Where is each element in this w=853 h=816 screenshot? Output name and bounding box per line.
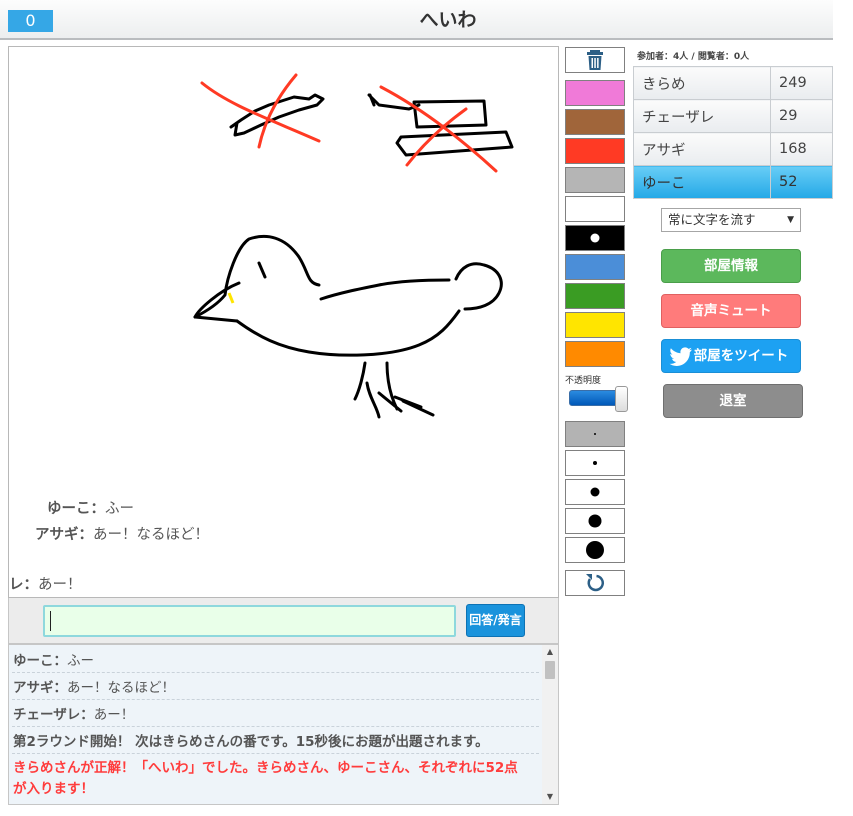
color-swatch-gray[interactable] bbox=[565, 167, 625, 193]
tweet-button-label: 部屋をツイート bbox=[693, 348, 789, 364]
chat-log[interactable]: ゆーこ：ふー アサギ：あー！なるほど！ チェーザレ：あー！ 第2ラウンド開始！ … bbox=[8, 644, 559, 805]
brush-dot-icon bbox=[586, 541, 604, 559]
overlay-message: アサギ：あー！なるほど！ bbox=[35, 527, 209, 543]
trash-icon bbox=[587, 50, 603, 70]
room-info-button[interactable]: 部屋情報 bbox=[661, 249, 801, 283]
overlay-message: ゆーこ：ふー bbox=[47, 501, 134, 517]
text-display-select[interactable]: 常に文字を流す ▼ bbox=[661, 208, 801, 232]
brush-size-xl[interactable] bbox=[565, 537, 625, 563]
opacity-label: 不透明度 bbox=[565, 376, 602, 386]
chat-line: ゆーこ：ふー bbox=[12, 650, 539, 673]
player-score: 52 bbox=[770, 165, 833, 199]
answer-input-row: 回答/発言 bbox=[8, 598, 559, 644]
answer-input[interactable] bbox=[43, 605, 456, 637]
color-swatch-black[interactable] bbox=[565, 225, 625, 251]
brush-dot-icon bbox=[594, 433, 596, 435]
brush-dot-icon bbox=[590, 487, 600, 497]
color-swatch-white[interactable] bbox=[565, 196, 625, 222]
color-swatch-red[interactable] bbox=[565, 138, 625, 164]
player-row-active: ゆーこ 52 bbox=[633, 165, 833, 199]
scroll-up-arrow-icon[interactable]: ▲ bbox=[542, 645, 558, 659]
select-value: 常に文字を流す bbox=[668, 212, 756, 227]
answer-word-title: へいわ bbox=[419, 9, 477, 31]
player-row: きらめ 249 bbox=[633, 66, 833, 100]
twitter-bird-icon bbox=[669, 347, 692, 366]
player-name: きらめ bbox=[633, 66, 771, 100]
color-swatch-pink[interactable] bbox=[565, 80, 625, 106]
brush-size-m[interactable] bbox=[565, 479, 625, 505]
brush-size-l[interactable] bbox=[565, 508, 625, 534]
player-list: きらめ 249 チェーザレ 29 アサギ 168 ゆーこ 52 bbox=[633, 66, 833, 199]
chat-scrollbar[interactable]: ▲ ▼ bbox=[542, 645, 558, 804]
selected-indicator-icon bbox=[590, 233, 600, 243]
scroll-thumb[interactable] bbox=[545, 661, 555, 679]
color-swatch-green[interactable] bbox=[565, 283, 625, 309]
player-row: チェーザレ 29 bbox=[633, 99, 833, 133]
brush-dot-icon bbox=[593, 461, 597, 465]
overlay-message: レ：あー！ bbox=[9, 577, 82, 593]
leave-room-button[interactable]: 退室 bbox=[663, 384, 803, 418]
color-swatch-blue[interactable] bbox=[565, 254, 625, 280]
color-swatch-orange[interactable] bbox=[565, 341, 625, 367]
brush-size-xs[interactable] bbox=[565, 421, 625, 447]
tweet-room-button[interactable]: 部屋をツイート bbox=[661, 339, 801, 373]
text-caret bbox=[50, 611, 51, 631]
undo-button[interactable] bbox=[565, 570, 625, 596]
player-row: アサギ 168 bbox=[633, 132, 833, 166]
mute-audio-button[interactable]: 音声ミュート bbox=[661, 294, 801, 328]
brush-dot-icon bbox=[588, 514, 602, 528]
chat-line: チェーザレ：あー！ bbox=[12, 704, 539, 727]
clear-canvas-button[interactable] bbox=[565, 47, 625, 73]
send-answer-button[interactable]: 回答/発言 bbox=[466, 604, 525, 637]
player-name: ゆーこ bbox=[633, 165, 771, 199]
player-name: アサギ bbox=[633, 132, 771, 166]
color-swatch-yellow[interactable] bbox=[565, 312, 625, 338]
player-name: チェーザレ bbox=[633, 99, 771, 133]
color-swatch-brown[interactable] bbox=[565, 109, 625, 135]
opacity-slider-handle[interactable] bbox=[615, 386, 628, 412]
player-score: 29 bbox=[770, 99, 833, 133]
drawing-canvas[interactable]: ゆーこ：ふー アサギ：あー！なるほど！ レ：あー！ bbox=[8, 46, 559, 598]
scroll-down-arrow-icon[interactable]: ▼ bbox=[542, 790, 558, 804]
dropdown-arrow-icon: ▼ bbox=[787, 215, 794, 225]
player-score: 249 bbox=[770, 66, 833, 100]
participants-count: 参加者：4人 / 閲覧者：0人 bbox=[637, 52, 750, 62]
chat-system-message: 第2ラウンド開始！ 次はきらめさんの番です。15秒後にお題が出題されます。 bbox=[12, 731, 539, 754]
player-score: 168 bbox=[770, 132, 833, 166]
undo-icon bbox=[586, 574, 605, 592]
chat-correct-message: きらめさんが正解！「へいわ」でした。きらめさん、ゆーこさん、それぞれに52点 が入… bbox=[13, 760, 518, 797]
header-bar: 0 へいわ bbox=[0, 0, 833, 40]
chat-line: アサギ：あー！なるほど！ bbox=[12, 677, 539, 700]
brush-size-s[interactable] bbox=[565, 450, 625, 476]
